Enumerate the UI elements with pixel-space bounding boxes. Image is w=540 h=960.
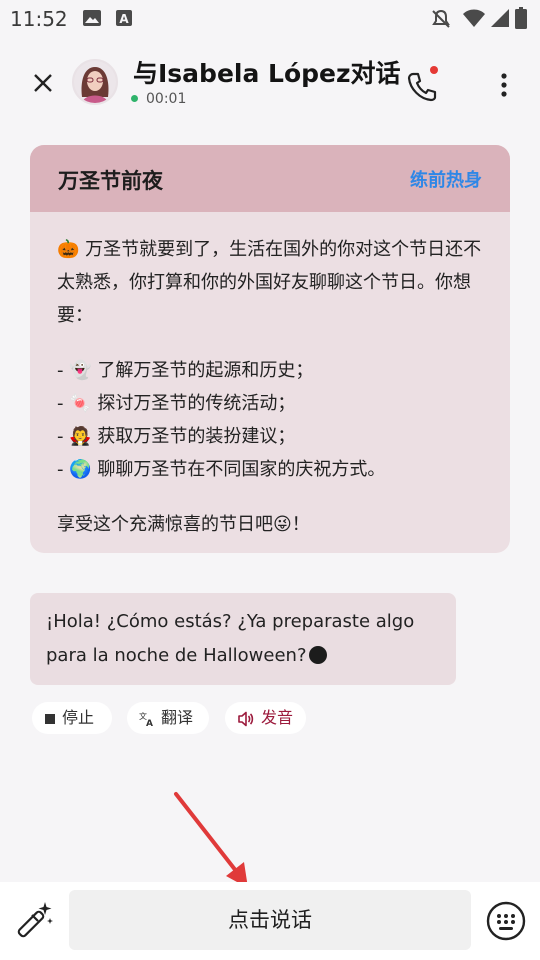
a-box-icon: A [116, 10, 132, 26]
scenario-item: - 👻 了解万圣节的起源和历史； [57, 360, 314, 381]
keyboard-icon[interactable] [485, 900, 527, 942]
scenario-item: - 🍬 探讨万圣节的传统活动； [57, 393, 296, 414]
battery-icon [515, 7, 527, 29]
chat-header: 与Isabela López对话 00:01 [0, 44, 540, 122]
notification-dot [430, 66, 438, 74]
tap-to-talk-button[interactable]: 点击说话 [69, 890, 471, 950]
translate-label: 翻译 [161, 708, 194, 727]
stop-icon [45, 713, 55, 724]
ai-message-bubble: ¡Hola! ¿Cómo estás? ¿Ya preparaste algo … [30, 593, 456, 685]
more-options-icon[interactable] [492, 70, 516, 100]
wifi-icon [463, 9, 485, 27]
pronounce-label: 发音 [261, 708, 294, 727]
page-title: 与Isabela López对话 [133, 59, 401, 88]
ai-message-text: ¡Hola! ¿Cómo estás? ¿Ya preparaste algo … [46, 611, 415, 666]
signal-icon [491, 9, 509, 27]
scenario-description: 🎃 万圣节就要到了，生活在国外的你对这个节日还不太熟悉，你打算和你的外国好友聊聊… [57, 233, 487, 541]
translate-button[interactable]: 文 A 翻译 [127, 702, 209, 734]
status-time: 11:52 [10, 7, 68, 31]
scenario-intro: 🎃 万圣节就要到了，生活在国外的你对这个节日还不太熟悉，你打算和你的外国好友聊聊… [57, 239, 482, 326]
scenario-card-header: 万圣节前夜 练前热身 [30, 145, 510, 212]
translate-icon: 文 A [139, 711, 153, 727]
stop-label: 停止 [62, 708, 95, 727]
mute-icon [432, 9, 450, 28]
online-status-dot [131, 95, 138, 102]
close-icon[interactable] [28, 68, 58, 98]
speaking-indicator-icon [308, 646, 327, 664]
warmup-link[interactable]: 练前热身 [410, 166, 482, 192]
avatar[interactable] [72, 59, 118, 105]
bottom-input-bar: 点击说话 [0, 882, 540, 960]
speaker-icon [238, 711, 254, 726]
scenario-outro: 享受这个充满惊喜的节日吧😜！ [57, 514, 310, 535]
svg-text:A: A [146, 719, 153, 727]
image-icon [83, 10, 101, 26]
stop-button[interactable]: 停止 [32, 702, 112, 734]
svg-text:A: A [119, 12, 129, 26]
status-bar: 11:52 A [0, 0, 540, 36]
avatar-portrait-icon [74, 61, 116, 103]
pronounce-button[interactable]: 发音 [225, 702, 306, 734]
scenario-card: 万圣节前夜 练前热身 🎃 万圣节就要到了，生活在国外的你对这个节日还不太熟悉，你… [30, 145, 510, 553]
magic-wand-icon[interactable] [12, 898, 56, 942]
scenario-item: - 🧛 获取万圣节的装扮建议； [57, 426, 296, 447]
scenario-item: - 🌍 聊聊万圣节在不同国家的庆祝方式。 [57, 459, 386, 480]
scenario-title: 万圣节前夜 [58, 169, 163, 193]
call-timer: 00:01 [146, 91, 187, 107]
